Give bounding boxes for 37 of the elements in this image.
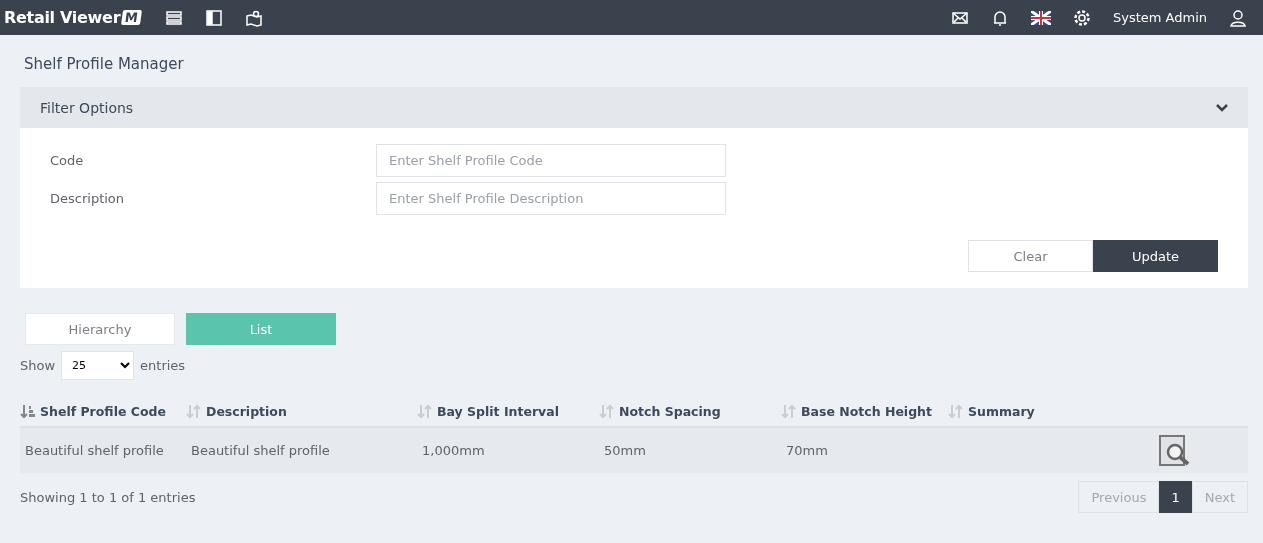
clear-button[interactable]: Clear (968, 240, 1093, 272)
column-header[interactable]: Bay Split Interval (437, 403, 559, 419)
table-cell: 50mm (604, 443, 646, 458)
logo-text: Retail Viewer (4, 8, 121, 27)
user-name[interactable]: System Admin (1112, 10, 1207, 25)
panel-title: Filter Options (40, 99, 134, 116)
view-tab[interactable]: Hierarchy (25, 313, 175, 345)
page-size-select[interactable]: 25 (61, 351, 135, 380)
table-cell: Beautiful shelf profile (25, 443, 164, 458)
entries-label: entries (140, 358, 186, 373)
table-cell: 70mm (786, 443, 828, 458)
sort-icon[interactable] (20, 403, 35, 419)
user-icon[interactable] (1229, 8, 1247, 27)
page-title: Shelf Profile Manager (24, 55, 185, 73)
table-cell: 1,000mm (422, 443, 485, 458)
map-pin-icon[interactable] (245, 8, 264, 27)
show-label: Show (20, 358, 56, 373)
flag-icon[interactable] (1030, 10, 1051, 25)
page-button[interactable]: 1 (1159, 481, 1192, 513)
chevron-icon[interactable] (1216, 103, 1228, 112)
column-header[interactable]: Summary (968, 403, 1035, 419)
update-button[interactable]: Update (1093, 240, 1218, 272)
document-search-icon[interactable] (1158, 434, 1192, 467)
settings-icon[interactable] (1072, 8, 1091, 27)
field-label: Code (50, 153, 85, 168)
field-label: Description (50, 191, 126, 206)
table-cell: Beautiful shelf profile (191, 443, 330, 458)
input-field[interactable]: Enter Shelf Profile Code (376, 144, 726, 177)
column-header[interactable]: Description (206, 403, 287, 419)
logo-mark: M (121, 10, 143, 25)
table-info: Showing 1 to 1 of 1 entries (20, 489, 196, 505)
input-field[interactable]: Enter Shelf Profile Description (376, 182, 726, 215)
column-header[interactable]: Notch Spacing (619, 403, 721, 419)
column-header[interactable]: Shelf Profile Code (40, 403, 166, 419)
columns-icon[interactable] (205, 8, 224, 27)
list-icon[interactable] (165, 8, 184, 27)
column-header[interactable]: Base Notch Height (801, 403, 932, 419)
